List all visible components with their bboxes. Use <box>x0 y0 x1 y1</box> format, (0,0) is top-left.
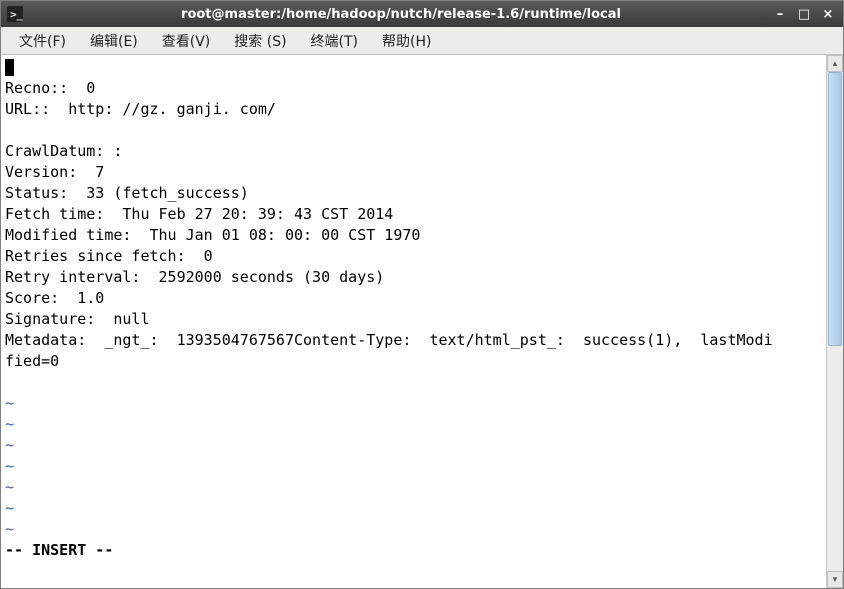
line-retries: Retries since fetch: 0 <box>5 247 213 265</box>
vim-tilde: ~ <box>5 520 14 538</box>
line-score: Score: 1.0 <box>5 289 104 307</box>
terminal-output[interactable]: Recno:: 0 URL:: http: //gz. ganji. com/ … <box>1 55 826 588</box>
menubar: 文件(F) 编辑(E) 查看(V) 搜索 (S) 终端(T) 帮助(H) <box>1 27 843 55</box>
scroll-up-button[interactable]: ▴ <box>827 55 843 72</box>
line-crawldatum: CrawlDatum: : <box>5 142 122 160</box>
line-version: Version: 7 <box>5 163 104 181</box>
line-metadata: Metadata: _ngt_: 1393504767567Content-Ty… <box>5 331 773 349</box>
line-metadata2: fied=0 <box>5 352 59 370</box>
menu-view[interactable]: 查看(V) <box>150 28 223 54</box>
maximize-button[interactable]: □ <box>795 6 813 22</box>
scroll-down-button[interactable]: ▾ <box>827 571 843 588</box>
terminal-icon: >_ <box>7 6 23 22</box>
vim-tilde: ~ <box>5 436 14 454</box>
window-controls: – □ × <box>771 6 837 22</box>
terminal-window: >_ root@master:/home/hadoop/nutch/releas… <box>0 0 844 589</box>
titlebar[interactable]: >_ root@master:/home/hadoop/nutch/releas… <box>1 1 843 27</box>
menu-file[interactable]: 文件(F) <box>7 28 78 54</box>
svg-text:>_: >_ <box>10 8 23 21</box>
line-url: URL:: http: //gz. ganji. com/ <box>5 100 276 118</box>
line-modifiedtime: Modified time: Thu Jan 01 08: 00: 00 CST… <box>5 226 420 244</box>
vim-tilde: ~ <box>5 415 14 433</box>
terminal-area: Recno:: 0 URL:: http: //gz. ganji. com/ … <box>1 55 843 588</box>
line-fetchtime: Fetch time: Thu Feb 27 20: 39: 43 CST 20… <box>5 205 393 223</box>
line-recno: Recno:: 0 <box>5 79 95 97</box>
vim-tilde: ~ <box>5 457 14 475</box>
line-signature: Signature: null <box>5 310 150 328</box>
line-status: Status: 33 (fetch_success) <box>5 184 249 202</box>
menu-edit[interactable]: 编辑(E) <box>78 28 150 54</box>
close-button[interactable]: × <box>819 6 837 22</box>
vim-mode-line: -- INSERT -- <box>5 541 113 559</box>
vertical-scrollbar[interactable]: ▴ ▾ <box>826 55 843 588</box>
vim-tilde: ~ <box>5 478 14 496</box>
scroll-track[interactable] <box>827 72 843 571</box>
window-title: root@master:/home/hadoop/nutch/release-1… <box>31 7 771 22</box>
vim-tilde: ~ <box>5 394 14 412</box>
line-retryinterval: Retry interval: 2592000 seconds (30 days… <box>5 268 384 286</box>
menu-help[interactable]: 帮助(H) <box>370 28 443 54</box>
scroll-thumb[interactable] <box>828 72 842 346</box>
menu-search[interactable]: 搜索 (S) <box>222 28 298 54</box>
minimize-button[interactable]: – <box>771 6 789 22</box>
cursor <box>5 59 14 76</box>
menu-terminal[interactable]: 终端(T) <box>299 28 370 54</box>
vim-tilde: ~ <box>5 499 14 517</box>
